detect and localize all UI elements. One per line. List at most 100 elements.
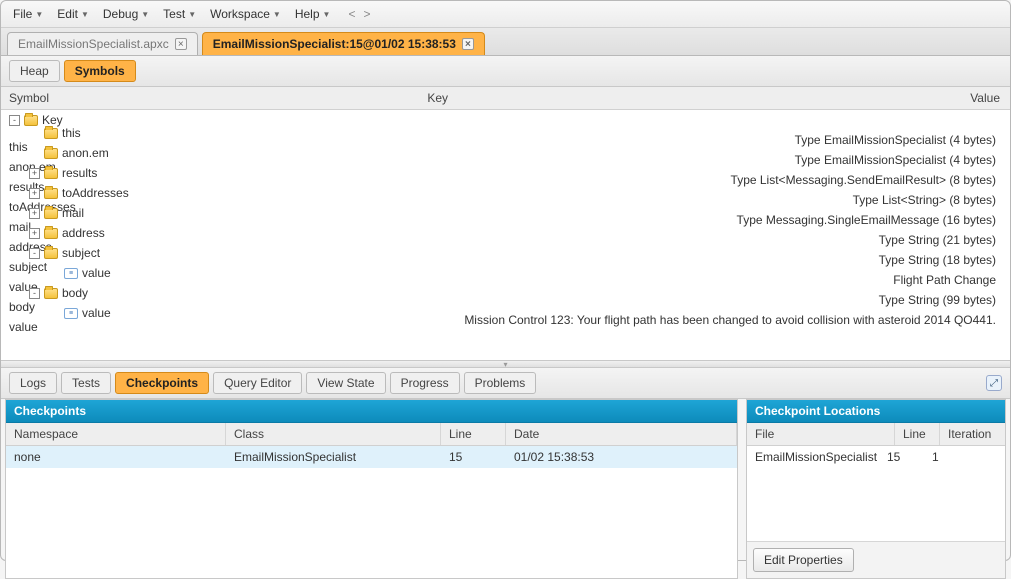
tab-heap[interactable]: Heap — [9, 60, 60, 82]
folder-icon — [44, 248, 58, 259]
tree-row[interactable]: ≡valuevalueMission Control 123: Your fli… — [1, 310, 1010, 330]
col-file[interactable]: File — [747, 423, 895, 445]
tree-key: value — [9, 320, 38, 334]
tree-symbol-label: value — [82, 266, 111, 280]
tab-tests[interactable]: Tests — [61, 372, 111, 394]
collapse-icon[interactable]: - — [29, 288, 40, 299]
cell-file: EmailMissionSpecialist — [755, 450, 887, 464]
tab-label: EmailMissionSpecialist.apxc — [18, 37, 169, 51]
heap-symbols-tabs: Heap Symbols — [1, 56, 1010, 87]
tree-row[interactable]: +resultsresultsType List<Messaging.SendE… — [1, 170, 1010, 190]
chevron-down-icon: ▼ — [35, 10, 43, 19]
cell-line: 15 — [449, 450, 514, 464]
close-icon[interactable]: × — [175, 38, 187, 50]
chevron-down-icon: ▼ — [323, 10, 331, 19]
menu-test[interactable]: Test▼ — [157, 5, 202, 23]
file-tab-checkpoint[interactable]: EmailMissionSpecialist:15@01/02 15:38:53… — [202, 32, 485, 55]
tree-spacer — [49, 268, 60, 279]
col-line[interactable]: Line — [441, 423, 506, 445]
menu-workspace[interactable]: Workspace▼ — [204, 5, 287, 23]
table-row[interactable]: none EmailMissionSpecialist 15 01/02 15:… — [6, 446, 737, 468]
tree-symbol-label: anon.em — [62, 146, 109, 160]
tree-symbol-label: Key — [42, 113, 63, 127]
collapse-icon[interactable]: - — [9, 115, 20, 126]
bottom-pane: Checkpoints Namespace Class Line Date no… — [1, 399, 1010, 579]
tab-symbols[interactable]: Symbols — [64, 60, 136, 82]
checkpoints-grid-body: none EmailMissionSpecialist 15 01/02 15:… — [6, 446, 737, 578]
expand-icon[interactable]: + — [29, 208, 40, 219]
expand-icon[interactable]: + — [29, 228, 40, 239]
tab-logs[interactable]: Logs — [9, 372, 57, 394]
tab-label: EmailMissionSpecialist:15@01/02 15:38:53 — [213, 37, 456, 51]
col-date[interactable]: Date — [506, 423, 737, 445]
folder-icon — [44, 288, 58, 299]
tree-row[interactable]: anon.emanon.emType EmailMissionSpecialis… — [1, 150, 1010, 170]
tab-query-editor[interactable]: Query Editor — [213, 372, 302, 394]
cell-line: 15 — [887, 450, 932, 464]
menu-bar: File▼ Edit▼ Debug▼ Test▼ Workspace▼ Help… — [1, 1, 1010, 28]
panel-title: Checkpoints — [6, 400, 737, 423]
panel-title: Checkpoint Locations — [747, 400, 1005, 423]
col-symbol[interactable]: Symbol — [9, 91, 49, 105]
col-namespace[interactable]: Namespace — [6, 423, 226, 445]
tree-row[interactable]: +mailmailType Messaging.SingleEmailMessa… — [1, 210, 1010, 230]
tree-row[interactable]: thisthisType EmailMissionSpecialist (4 b… — [1, 130, 1010, 150]
file-tab-apxc[interactable]: EmailMissionSpecialist.apxc × — [7, 32, 198, 55]
col-iteration[interactable]: Iteration — [940, 423, 1005, 445]
tab-progress[interactable]: Progress — [390, 372, 460, 394]
tree-value: Type String (21 bytes) — [105, 233, 1002, 247]
col-key[interactable]: Key — [427, 91, 458, 105]
tree-value: Type Messaging.SingleEmailMessage (16 by… — [84, 213, 1002, 227]
tree-row[interactable]: +toAddressestoAddressesType List<String>… — [1, 190, 1010, 210]
tree-symbol-label: toAddresses — [62, 186, 129, 200]
col-class[interactable]: Class — [226, 423, 441, 445]
locations-panel: Checkpoint Locations File Line Iteration… — [746, 399, 1006, 579]
nav-back-icon[interactable]: < — [348, 7, 355, 21]
tree-row[interactable]: ≡valuevalueFlight Path Change — [1, 270, 1010, 290]
horizontal-splitter[interactable]: ▾ — [1, 360, 1010, 368]
tree-value: Type String (18 bytes) — [100, 253, 1002, 267]
tree-spacer — [29, 128, 40, 139]
tree-symbol-label: mail — [62, 206, 84, 220]
cell-iteration: 1 — [932, 450, 997, 464]
tab-view-state[interactable]: View State — [306, 372, 385, 394]
tree-value: Type EmailMissionSpecialist (4 bytes) — [81, 133, 1002, 147]
chevron-down-icon: ▼ — [188, 10, 196, 19]
tree-spacer — [29, 148, 40, 159]
folder-icon — [44, 208, 58, 219]
folder-icon — [44, 128, 58, 139]
edit-properties-button[interactable]: Edit Properties — [753, 548, 854, 572]
tree-symbol-label: this — [62, 126, 81, 140]
tree-symbol-label: subject — [62, 246, 100, 260]
expand-icon[interactable]: + — [29, 168, 40, 179]
tree-symbol-label: results — [62, 166, 97, 180]
nav-forward-icon[interactable]: > — [363, 7, 370, 21]
menu-debug[interactable]: Debug▼ — [97, 5, 155, 23]
tree-row[interactable]: -bodybodyType String (99 bytes) — [1, 290, 1010, 310]
tree-value: Flight Path Change — [111, 273, 1002, 287]
tree-row[interactable]: - Key — [1, 110, 1010, 130]
col-value[interactable]: Value — [466, 87, 1010, 109]
tab-checkpoints[interactable]: Checkpoints — [115, 372, 209, 394]
locations-grid-body: EmailMissionSpecialist 15 1 — [747, 446, 1005, 541]
close-icon[interactable]: × — [462, 38, 474, 50]
file-tabstrip: EmailMissionSpecialist.apxc × EmailMissi… — [1, 28, 1010, 56]
expand-panel-icon[interactable]: ⤢ — [986, 375, 1002, 391]
checkpoints-grid-header: Namespace Class Line Date — [6, 423, 737, 446]
expand-icon[interactable]: + — [29, 188, 40, 199]
collapse-icon[interactable]: - — [29, 248, 40, 259]
menu-file[interactable]: File▼ — [7, 5, 49, 23]
tree-row[interactable]: +addressaddressType String (21 bytes) — [1, 230, 1010, 250]
tree-value: Type String (99 bytes) — [88, 293, 1002, 307]
col-line[interactable]: Line — [895, 423, 940, 445]
tree-row[interactable]: -subjectsubjectType String (18 bytes) — [1, 250, 1010, 270]
chevron-down-icon: ▼ — [273, 10, 281, 19]
folder-icon — [44, 228, 58, 239]
chevron-down-icon: ▼ — [81, 10, 89, 19]
menu-edit[interactable]: Edit▼ — [51, 5, 95, 23]
menu-help[interactable]: Help▼ — [289, 5, 337, 23]
table-row[interactable]: EmailMissionSpecialist 15 1 — [747, 446, 1005, 468]
bottom-tabstrip: Logs Tests Checkpoints Query Editor View… — [1, 368, 1010, 399]
tab-problems[interactable]: Problems — [464, 372, 537, 394]
symbols-tree: - Key thisthisType EmailMissionSpecialist … — [1, 110, 1010, 360]
